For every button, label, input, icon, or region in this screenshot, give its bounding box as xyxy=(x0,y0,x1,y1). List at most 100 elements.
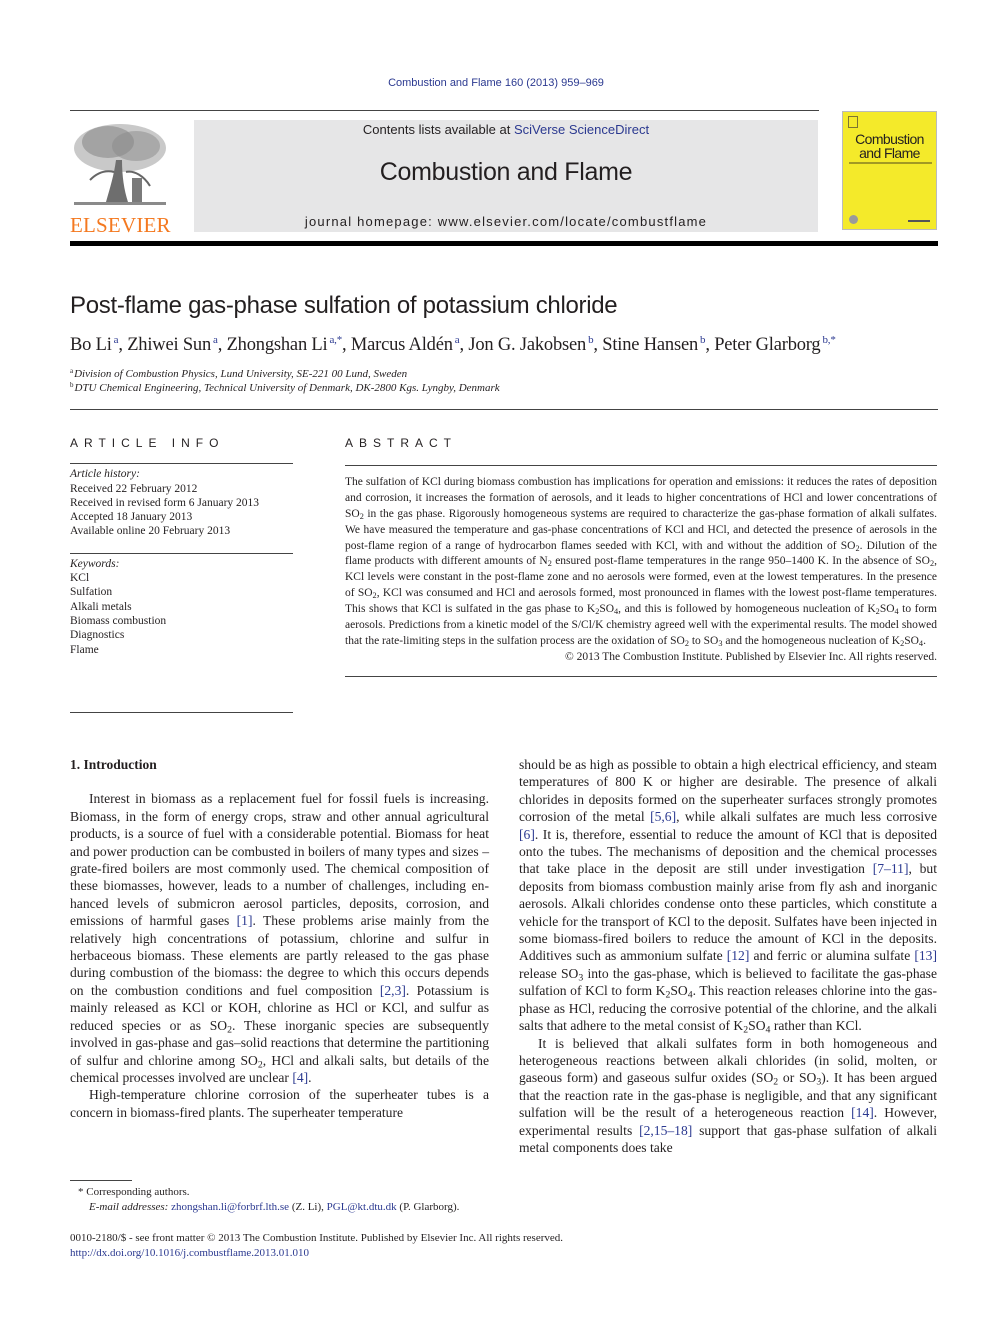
article-info-rule xyxy=(70,463,293,465)
section-heading: 1. Introduction xyxy=(70,757,157,772)
history-received: Received 22 February 2012 xyxy=(70,482,198,495)
affiliation-a: aDivision of Combustion Physics, Lund Un… xyxy=(70,367,407,380)
cover-title-line2: and Flame xyxy=(859,145,920,161)
author: Jon G. Jakobsen b xyxy=(468,334,594,355)
elsevier-wordmark: ELSEVIER xyxy=(70,213,171,237)
journal-name: Combustion and Flame xyxy=(379,158,633,186)
affiliation-mark: a xyxy=(70,367,74,375)
abstract-segment: ensured post-flame temperatures in the r… xyxy=(551,555,930,568)
header-thick-rule xyxy=(70,241,938,246)
abstract-bottom-rule xyxy=(345,675,937,677)
keyword: KCl xyxy=(70,572,90,585)
author-name: Zhongshan Li xyxy=(226,335,328,355)
email-link[interactable]: PGL@kt.dtu.dk xyxy=(327,1201,397,1213)
citation-link[interactable]: [12] xyxy=(727,948,750,963)
journal-cover[interactable]: Combustion and Flame xyxy=(842,111,937,230)
affiliation-text: DTU Chemical Engineering, Technical Univ… xyxy=(74,382,500,394)
sciencedirect-link[interactable]: SciVerse ScienceDirect xyxy=(514,122,649,137)
keywords-label: Keywords: xyxy=(70,557,120,570)
author: Stine Hansen b xyxy=(602,334,706,355)
email-link[interactable]: zhongshan.li@forbrf.lth.se xyxy=(171,1201,289,1213)
author-affil-mark[interactable]: a,* xyxy=(329,334,342,346)
author: Peter Glarborg b,* xyxy=(714,334,836,355)
author-affil-mark[interactable]: a xyxy=(114,334,119,346)
author-name: Zhiwei Sun xyxy=(127,335,212,355)
corresponding-note: * Corresponding authors. xyxy=(78,1186,190,1198)
abstract-segment: , and this is followed by homogeneous nu… xyxy=(618,603,876,616)
article-title: Post-flame gas-phase sulfation of potass… xyxy=(70,292,618,319)
abstract-segment: SO xyxy=(879,603,895,616)
abstract-segment: and the homogeneous nucleation of K xyxy=(722,634,901,647)
abstract-segment: SO xyxy=(904,634,919,647)
citation-link[interactable]: [14] xyxy=(851,1105,874,1120)
citation-link[interactable]: [4] xyxy=(292,1070,308,1085)
affiliation-text: Division of Combustion Physics, Lund Uni… xyxy=(74,368,408,380)
abstract-segment: SO xyxy=(599,603,615,616)
keywords: Keywords: KCl Sulfation Alkali metals Bi… xyxy=(70,557,293,657)
author-name: Bo Li xyxy=(70,335,112,355)
keyword: Sulfation xyxy=(70,586,113,599)
journal-citation[interactable]: Combustion and Flame 160 (2013) 959–969 xyxy=(0,77,992,89)
author: Zhiwei Sun a xyxy=(127,334,218,355)
paragraph: High-temperature chlorine corrosion of t… xyxy=(70,1087,489,1120)
doi-link[interactable]: http://dx.doi.org/10.1016/j.combustflame… xyxy=(70,1247,309,1259)
paragraph: should be as high as possible to obtain … xyxy=(519,757,938,1036)
author-name: Marcus Aldén xyxy=(350,335,453,355)
history-accepted: Accepted 18 January 2013 xyxy=(70,511,193,524)
body-left-column: 1. Introduction Interest in biomass as a… xyxy=(70,756,489,1121)
citation-link[interactable]: [5,6] xyxy=(650,809,676,824)
affiliation-b: bDTU Chemical Engineering, Technical Uni… xyxy=(70,381,500,394)
keyword: Biomass combustion xyxy=(70,614,167,627)
cover-publisher-icon xyxy=(848,116,858,128)
keyword: Alkali metals xyxy=(70,600,132,613)
author-name: Stine Hansen xyxy=(602,335,699,355)
article-info: ARTICLE INFO Article history: Received 2… xyxy=(70,436,293,713)
body-right-column: should be as high as possible to obtain … xyxy=(519,756,937,1156)
author-affil-mark[interactable]: a xyxy=(213,334,218,346)
paragraph: It is believed that alkali sulfates form… xyxy=(519,1035,937,1155)
abstract-segment: in the gas phase. Rigorously homogeneous… xyxy=(345,507,937,552)
author-name: Jon G. Jakobsen xyxy=(468,335,587,355)
abstract-copyright: © 2013 The Combustion Institute. Publish… xyxy=(564,650,937,663)
author-affil-mark[interactable]: b xyxy=(700,334,706,346)
email-label: E-mail addresses: xyxy=(89,1201,169,1213)
citation-link[interactable]: [1] xyxy=(237,913,253,928)
cover-title: Combustion and Flame xyxy=(843,132,936,160)
abstract: ABSTRACT The sulfation of KCl during bio… xyxy=(345,436,937,677)
author: Marcus Aldén a xyxy=(350,334,460,355)
keywords-rule xyxy=(70,552,293,554)
author: Zhongshan Li a,* xyxy=(226,334,343,355)
article-info-bottom-rule xyxy=(70,711,293,713)
citation-link[interactable]: [2,3] xyxy=(380,983,406,998)
contents-prefix: Contents lists available at xyxy=(362,122,514,137)
author-name: Peter Glarborg xyxy=(714,335,821,355)
elsevier-logo[interactable]: ELSEVIER xyxy=(70,120,172,237)
history-revised: Received in revised form 6 January 2013 xyxy=(70,496,260,509)
bottom-info: 0010-2180/$ - see front matter © 2013 Th… xyxy=(70,1231,563,1261)
article-history: Article history: Received 22 February 20… xyxy=(70,467,293,538)
footnote-rule xyxy=(70,1180,132,1181)
citation-link[interactable]: [7–11] xyxy=(873,861,909,876)
citation-link[interactable]: [2,15–18] xyxy=(639,1123,692,1138)
abstract-heading: ABSTRACT xyxy=(345,436,458,450)
citation-link[interactable]: [13] xyxy=(914,948,937,963)
cover-seal-icon xyxy=(849,215,858,224)
cover-title-line1: Combustion xyxy=(855,131,924,147)
contents-line: Contents lists available at SciVerse Sci… xyxy=(194,122,818,137)
abstract-segment: to SO xyxy=(688,634,719,647)
cover-subtitle xyxy=(849,162,932,164)
author-list: Bo Li a, Zhiwei Sun a, Zhongshan Li a,*, Ma… xyxy=(70,334,836,355)
elsevier-tree-icon xyxy=(74,124,166,205)
author-affil-mark[interactable]: b,* xyxy=(822,334,835,346)
author-affil-mark[interactable]: b xyxy=(588,334,594,346)
history-online: Available online 20 February 2013 xyxy=(70,525,231,538)
affiliation-rule xyxy=(70,409,938,410)
keyword: Flame xyxy=(70,643,99,656)
keyword: Diagnostics xyxy=(70,629,125,642)
author-affil-mark[interactable]: a xyxy=(455,334,460,346)
header-rule xyxy=(70,110,819,111)
author: Bo Li a xyxy=(70,334,119,355)
citation-link[interactable]: [6] xyxy=(519,827,535,842)
journal-homepage[interactable]: journal homepage: www.elsevier.com/locat… xyxy=(194,214,818,229)
article-info-heading: ARTICLE INFO xyxy=(70,436,225,450)
